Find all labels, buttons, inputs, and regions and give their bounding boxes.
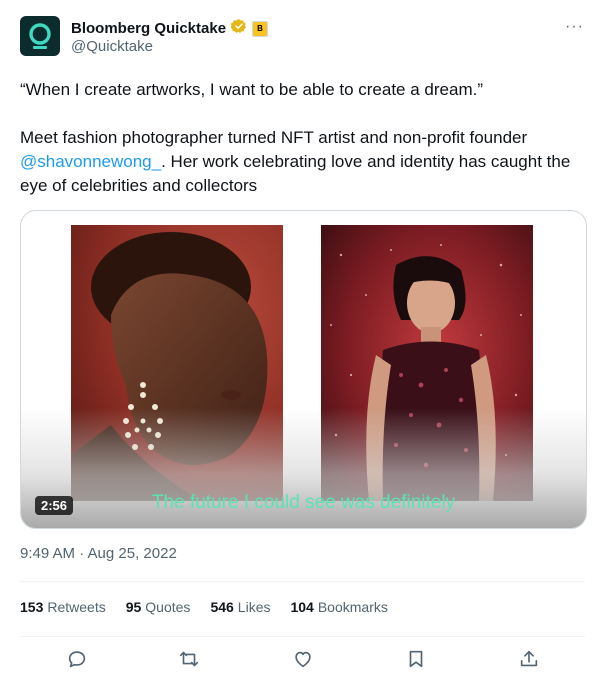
affiliate-badge[interactable]: B [252, 20, 269, 37]
bookmark-icon[interactable] [405, 648, 427, 670]
author-name-row: Bloomberg Quicktake B [71, 18, 269, 39]
quotes-count: 95 [125, 599, 142, 615]
tweet: Bloomberg Quicktake B @Quicktake ··· “Wh… [0, 0, 604, 679]
retweets-stat[interactable]: 153 Retweets [20, 599, 106, 615]
share-icon[interactable] [518, 648, 540, 670]
tweet-actions-bar [0, 648, 604, 670]
retweets-label: Retweets [47, 599, 106, 615]
tweet-body-text: Meet fashion photographer turned NFT art… [20, 128, 528, 147]
bookmarks-count: 104 [290, 599, 314, 615]
reply-icon[interactable] [66, 648, 88, 670]
tweet-body: Meet fashion photographer turned NFT art… [20, 126, 588, 198]
more-options-icon[interactable]: ··· [565, 18, 584, 36]
bookmarks-label: Bookmarks [317, 599, 388, 615]
tweet-stats: 153 Retweets 95 Quotes 546 Likes 104 Bookmar… [20, 599, 408, 615]
author-avatar[interactable] [20, 16, 60, 56]
verified-badge-icon [230, 18, 247, 39]
retweet-icon[interactable] [178, 648, 200, 670]
retweets-count: 153 [20, 599, 44, 615]
divider [20, 636, 585, 637]
quicktake-logo-icon [29, 23, 51, 49]
author-handle[interactable]: @Quicktake [71, 38, 153, 55]
bookmarks-stat[interactable]: 104 Bookmarks [290, 599, 387, 615]
author-display-name[interactable]: Bloomberg Quicktake [71, 20, 226, 37]
quotes-label: Quotes [145, 599, 191, 615]
video-player[interactable]: 2:56 The future I could see was definite… [20, 210, 587, 529]
quotes-stat[interactable]: 95 Quotes [126, 599, 191, 615]
likes-label: Likes [237, 599, 271, 615]
likes-count: 546 [210, 599, 234, 615]
video-subtitle: The future I could see was definitely [151, 492, 456, 513]
likes-stat[interactable]: 546 Likes [210, 599, 270, 615]
like-icon[interactable] [292, 648, 314, 670]
tweet-timestamp[interactable]: 9:49 AM · Aug 25, 2022 [20, 545, 177, 562]
mention-link[interactable]: @shavonnewong_ [20, 152, 161, 171]
tweet-quote: “When I create artworks, I want to be ab… [20, 80, 483, 99]
divider [20, 581, 585, 582]
